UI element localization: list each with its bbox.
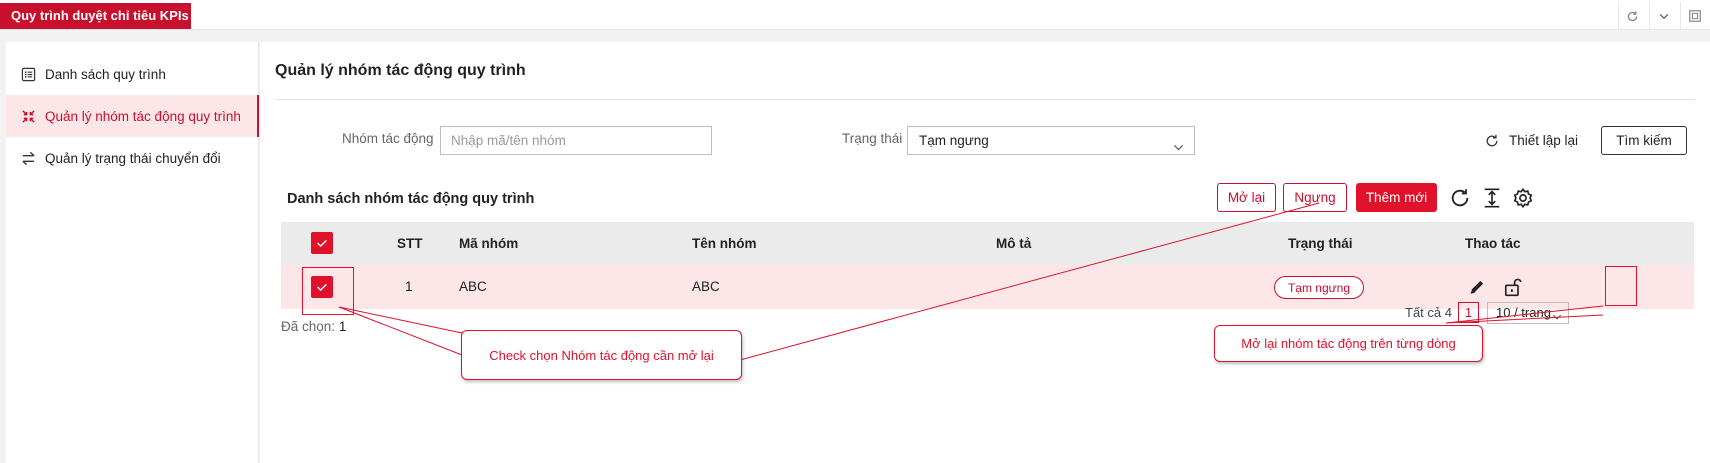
group-search-input[interactable]: Nhập mã/tên nhóm xyxy=(440,126,712,155)
sidebar-item-label: Danh sách quy trình xyxy=(45,66,166,82)
table-row: 1 ABC ABC Tạm ngưng xyxy=(281,265,1694,309)
group-filter-label: Nhóm tác động xyxy=(342,131,434,146)
col-stt: STT xyxy=(397,236,423,251)
row-action-callout: Mở lại nhóm tác động trên từng dòng xyxy=(1214,325,1483,362)
chevron-down-icon[interactable] xyxy=(1649,2,1677,30)
unlock-icon[interactable] xyxy=(1504,277,1522,300)
collapse-icon xyxy=(19,107,37,125)
col-name: Tên nhóm xyxy=(692,236,757,251)
chevron-down-icon xyxy=(1552,308,1562,328)
selected-count-value: 1 xyxy=(338,319,347,334)
chevron-down-icon xyxy=(1173,135,1184,162)
refresh-icon[interactable] xyxy=(1618,2,1646,30)
status-select-value: Tạm ngưng xyxy=(919,133,989,148)
col-actions: Thao tác xyxy=(1465,236,1521,251)
sidebar-item-action-groups[interactable]: Quản lý nhóm tác động quy trình xyxy=(6,95,259,137)
swap-icon xyxy=(19,149,37,167)
status-select[interactable]: Tạm ngưng xyxy=(907,126,1195,155)
edit-icon[interactable] xyxy=(1468,278,1486,299)
col-code: Mã nhóm xyxy=(459,236,519,251)
main-panel: Quản lý nhóm tác động quy trình Nhóm tác… xyxy=(260,42,1710,463)
reset-icon xyxy=(1485,134,1499,148)
top-bar: Quy trình duyệt chỉ tiêu KPIs xyxy=(0,0,1710,30)
list-title: Danh sách nhóm tác động quy trình xyxy=(287,191,535,207)
unlock-highlight xyxy=(1605,266,1637,306)
search-button[interactable]: Tìm kiếm xyxy=(1601,126,1687,155)
cell-stt: 1 xyxy=(405,279,413,294)
sidebar-item-state-transitions[interactable]: Quản lý trạng thái chuyển đổi xyxy=(6,137,259,179)
total-count: Tất cả 4 xyxy=(1405,305,1452,320)
app-title-tab[interactable]: Quy trình duyệt chỉ tiêu KPIs xyxy=(0,3,191,29)
table-header: STT Mã nhóm Tên nhóm Mô tả Trạng thái Th… xyxy=(281,222,1694,265)
status-filter-label: Trạng thái xyxy=(842,131,903,146)
sidebar-item-label: Quản lý nhóm tác động quy trình xyxy=(45,108,241,124)
cell-name: ABC xyxy=(692,279,720,294)
list-icon xyxy=(19,65,37,83)
select-all-checkbox[interactable] xyxy=(311,232,333,254)
restore-window-icon[interactable] xyxy=(1680,2,1708,30)
divider xyxy=(275,99,1695,100)
column-height-icon[interactable] xyxy=(1479,185,1505,211)
reopen-button[interactable]: Mở lại xyxy=(1217,183,1276,212)
col-desc: Mô tả xyxy=(996,236,1032,251)
page-size-select[interactable]: 10 / trang xyxy=(1487,302,1569,324)
checkbox-callout: Check chọn Nhóm tác động cần mở lại xyxy=(461,330,742,380)
reset-button[interactable]: Thiết lập lại xyxy=(1485,126,1578,155)
cell-code: ABC xyxy=(459,279,487,294)
page-1-button[interactable]: 1 xyxy=(1458,302,1479,323)
selected-count: Đã chọn: 1 xyxy=(281,319,346,334)
reset-label: Thiết lập lại xyxy=(1509,133,1579,148)
page-title: Quản lý nhóm tác động quy trình xyxy=(275,62,526,79)
col-status: Trạng thái xyxy=(1288,236,1353,251)
page-size-value: 10 / trang xyxy=(1496,305,1551,320)
settings-icon[interactable] xyxy=(1510,185,1536,211)
selected-label: Đã chọn: xyxy=(281,319,336,334)
sidebar: Danh sách quy trình Quản lý nhóm tác độn… xyxy=(6,42,259,463)
checkbox-highlight xyxy=(302,267,354,315)
stop-button[interactable]: Ngưng xyxy=(1283,183,1347,212)
reload-icon[interactable] xyxy=(1447,185,1473,211)
sidebar-item-process-list[interactable]: Danh sách quy trình xyxy=(6,53,259,95)
status-badge: Tạm ngưng xyxy=(1274,276,1364,299)
add-new-button[interactable]: Thêm mới xyxy=(1356,183,1437,212)
sidebar-item-label: Quản lý trạng thái chuyển đổi xyxy=(45,150,221,166)
